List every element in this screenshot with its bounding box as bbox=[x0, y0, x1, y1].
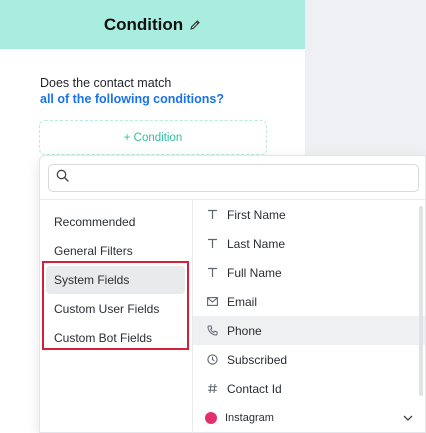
instagram-icon bbox=[205, 411, 217, 424]
scrollbar[interactable] bbox=[419, 206, 423, 396]
field-full-name[interactable]: Full Name bbox=[193, 258, 425, 287]
text-icon bbox=[205, 237, 219, 251]
field-label: Email bbox=[227, 294, 258, 309]
search-icon bbox=[56, 169, 69, 187]
field-label: Phone bbox=[227, 323, 262, 338]
match-mode-link[interactable]: all of the following conditions? bbox=[40, 91, 224, 107]
chevron-down-icon[interactable] bbox=[403, 412, 413, 424]
field-first-name[interactable]: First Name bbox=[193, 200, 425, 229]
category-recommended[interactable]: Recommended bbox=[46, 208, 185, 236]
highlight-box bbox=[42, 261, 189, 350]
field-label: Full Name bbox=[227, 265, 282, 280]
clock-icon bbox=[205, 353, 219, 367]
search-box[interactable] bbox=[48, 164, 419, 192]
field-label: Instagram bbox=[225, 411, 274, 424]
field-email[interactable]: Email bbox=[193, 287, 425, 316]
field-label: First Name bbox=[227, 207, 286, 222]
field-contact-id[interactable]: Contact Id bbox=[193, 374, 425, 403]
field-label: Last Name bbox=[227, 236, 286, 251]
field-subscribed[interactable]: Subscribed bbox=[193, 345, 425, 374]
field-label: Subscribed bbox=[227, 352, 288, 367]
hash-icon bbox=[205, 382, 219, 396]
field-group-instagram[interactable]: Instagram bbox=[193, 403, 425, 432]
phone-icon bbox=[205, 324, 219, 338]
node-header: Condition bbox=[0, 0, 305, 49]
canvas: Condition Does the contact match all of … bbox=[0, 0, 426, 433]
field-last-name[interactable]: Last Name bbox=[193, 229, 425, 258]
search-input[interactable] bbox=[75, 166, 418, 190]
text-icon bbox=[205, 266, 219, 280]
envelope-icon bbox=[205, 295, 219, 309]
field-phone[interactable]: Phone bbox=[193, 316, 425, 345]
text-icon bbox=[205, 208, 219, 222]
add-condition-button[interactable]: + Condition bbox=[39, 120, 267, 155]
question-text: Does the contact match bbox=[40, 76, 172, 90]
pencil-icon[interactable] bbox=[189, 19, 201, 31]
field-label: Contact Id bbox=[227, 381, 282, 396]
condition-field-dropdown: Recommended General Filters System Field… bbox=[39, 155, 426, 433]
node-title: Condition bbox=[103, 14, 184, 34]
field-list: First Name Last Name Full Name Email Pho… bbox=[193, 200, 425, 432]
match-question: Does the contact match all of the follow… bbox=[40, 75, 224, 107]
